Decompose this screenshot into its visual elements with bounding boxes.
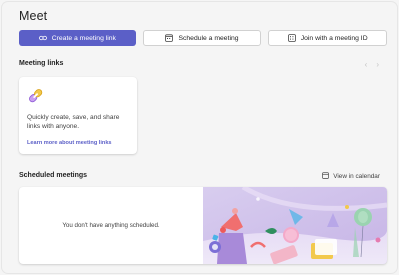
calendar-icon [165, 34, 174, 42]
create-meeting-link-button[interactable]: Create a meeting link [19, 30, 136, 46]
link-illustration-icon [27, 87, 45, 110]
keypad-icon [287, 34, 296, 42]
empty-state-text: You don't have anything scheduled. [62, 222, 160, 229]
scheduled-meetings-heading: Scheduled meetings [19, 172, 88, 179]
create-meeting-link-label: Create a meeting link [51, 34, 116, 42]
link-icon [38, 34, 47, 42]
schedule-meeting-label: Schedule a meeting [178, 34, 239, 42]
meeting-links-heading: Meeting links [19, 60, 64, 67]
schedule-meeting-button[interactable]: Schedule a meeting [142, 30, 262, 46]
chevron-right-icon[interactable]: › [376, 60, 379, 69]
empty-state-illustration [203, 187, 387, 264]
chevron-left-icon[interactable]: ‹ [365, 60, 368, 69]
scheduled-meetings-card: You don't have anything scheduled. [19, 187, 387, 264]
join-meeting-id-button[interactable]: Join with a meeting ID [268, 30, 388, 46]
action-bar: Create a meeting link Schedule a meeting… [19, 30, 388, 46]
view-in-calendar-button[interactable]: View in calendar [322, 172, 380, 181]
meeting-links-pager: ‹ › [365, 60, 379, 69]
join-meeting-id-label: Join with a meeting ID [300, 34, 368, 42]
view-in-calendar-label: View in calendar [333, 173, 380, 180]
meeting-link-card: Quickly create, save, and share links wi… [19, 77, 137, 154]
meeting-link-description: Quickly create, save, and share links wi… [27, 114, 120, 130]
calendar-icon [322, 172, 330, 181]
page-title: Meet [19, 9, 48, 23]
learn-more-link[interactable]: Learn more about meeting links [27, 140, 112, 146]
meet-panel: Meet Create a meeting link Schedule a me… [2, 2, 397, 273]
